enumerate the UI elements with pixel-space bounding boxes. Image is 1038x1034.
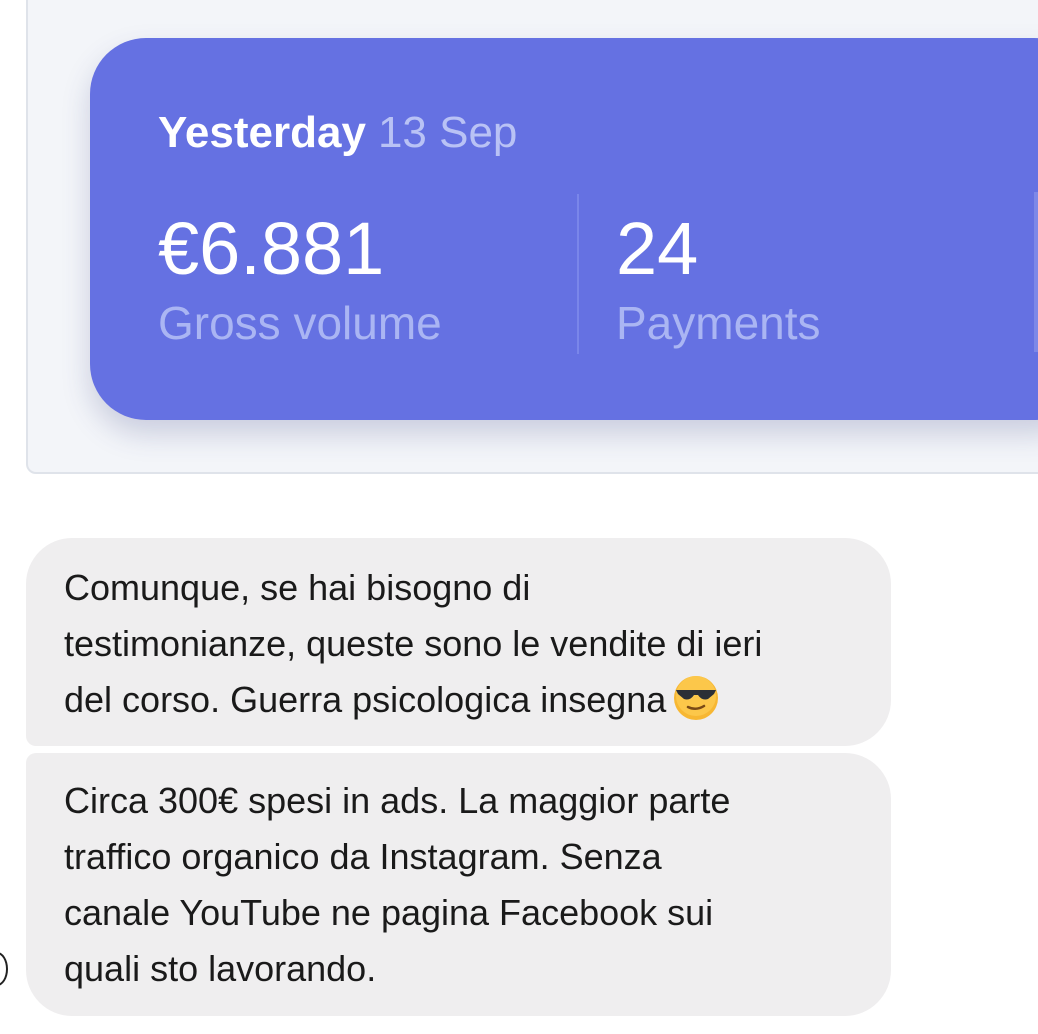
- message-bubble[interactable]: Circa 300€ spesi in ads. La maggior part…: [26, 753, 891, 1016]
- date-label: Yesterday: [158, 108, 366, 157]
- message-bubble[interactable]: Comunque, se hai bisogno di testimonianz…: [26, 538, 891, 746]
- message-text: del corso. Guerra psicologica insegna: [64, 679, 667, 720]
- payments-value: 24: [616, 207, 699, 290]
- metric-divider: [577, 194, 579, 354]
- date-heading: Yesterday 13 Sep: [158, 108, 517, 158]
- payments-label: Payments: [616, 297, 821, 349]
- gross-volume-label: Gross volume: [158, 297, 442, 349]
- message-line: Circa 300€ spesi in ads. La maggior part…: [64, 780, 731, 821]
- message-line: quali sto lavorando.: [64, 948, 377, 989]
- message-line-with-emoji: del corso. Guerra psicologica insegna: [64, 672, 891, 728]
- avatar[interactable]: [0, 952, 8, 986]
- card-divider-edge: [1034, 192, 1038, 352]
- message-line: canale YouTube ne pagina Facebook sui: [64, 892, 714, 933]
- date-value: 13 Sep: [377, 108, 518, 157]
- message-line: Comunque, se hai bisogno di: [64, 567, 531, 608]
- message-line: traffico organico da Instagram. Senza: [64, 836, 662, 877]
- chat-screen: Yesterday 13 Sep €6.881 Gross volume 24 P…: [0, 0, 1038, 1034]
- message-line: testimonianze, queste sono le vendite di…: [64, 623, 763, 664]
- gross-volume-value: €6.881: [158, 207, 385, 290]
- sunglasses-emoji-icon: [672, 674, 720, 722]
